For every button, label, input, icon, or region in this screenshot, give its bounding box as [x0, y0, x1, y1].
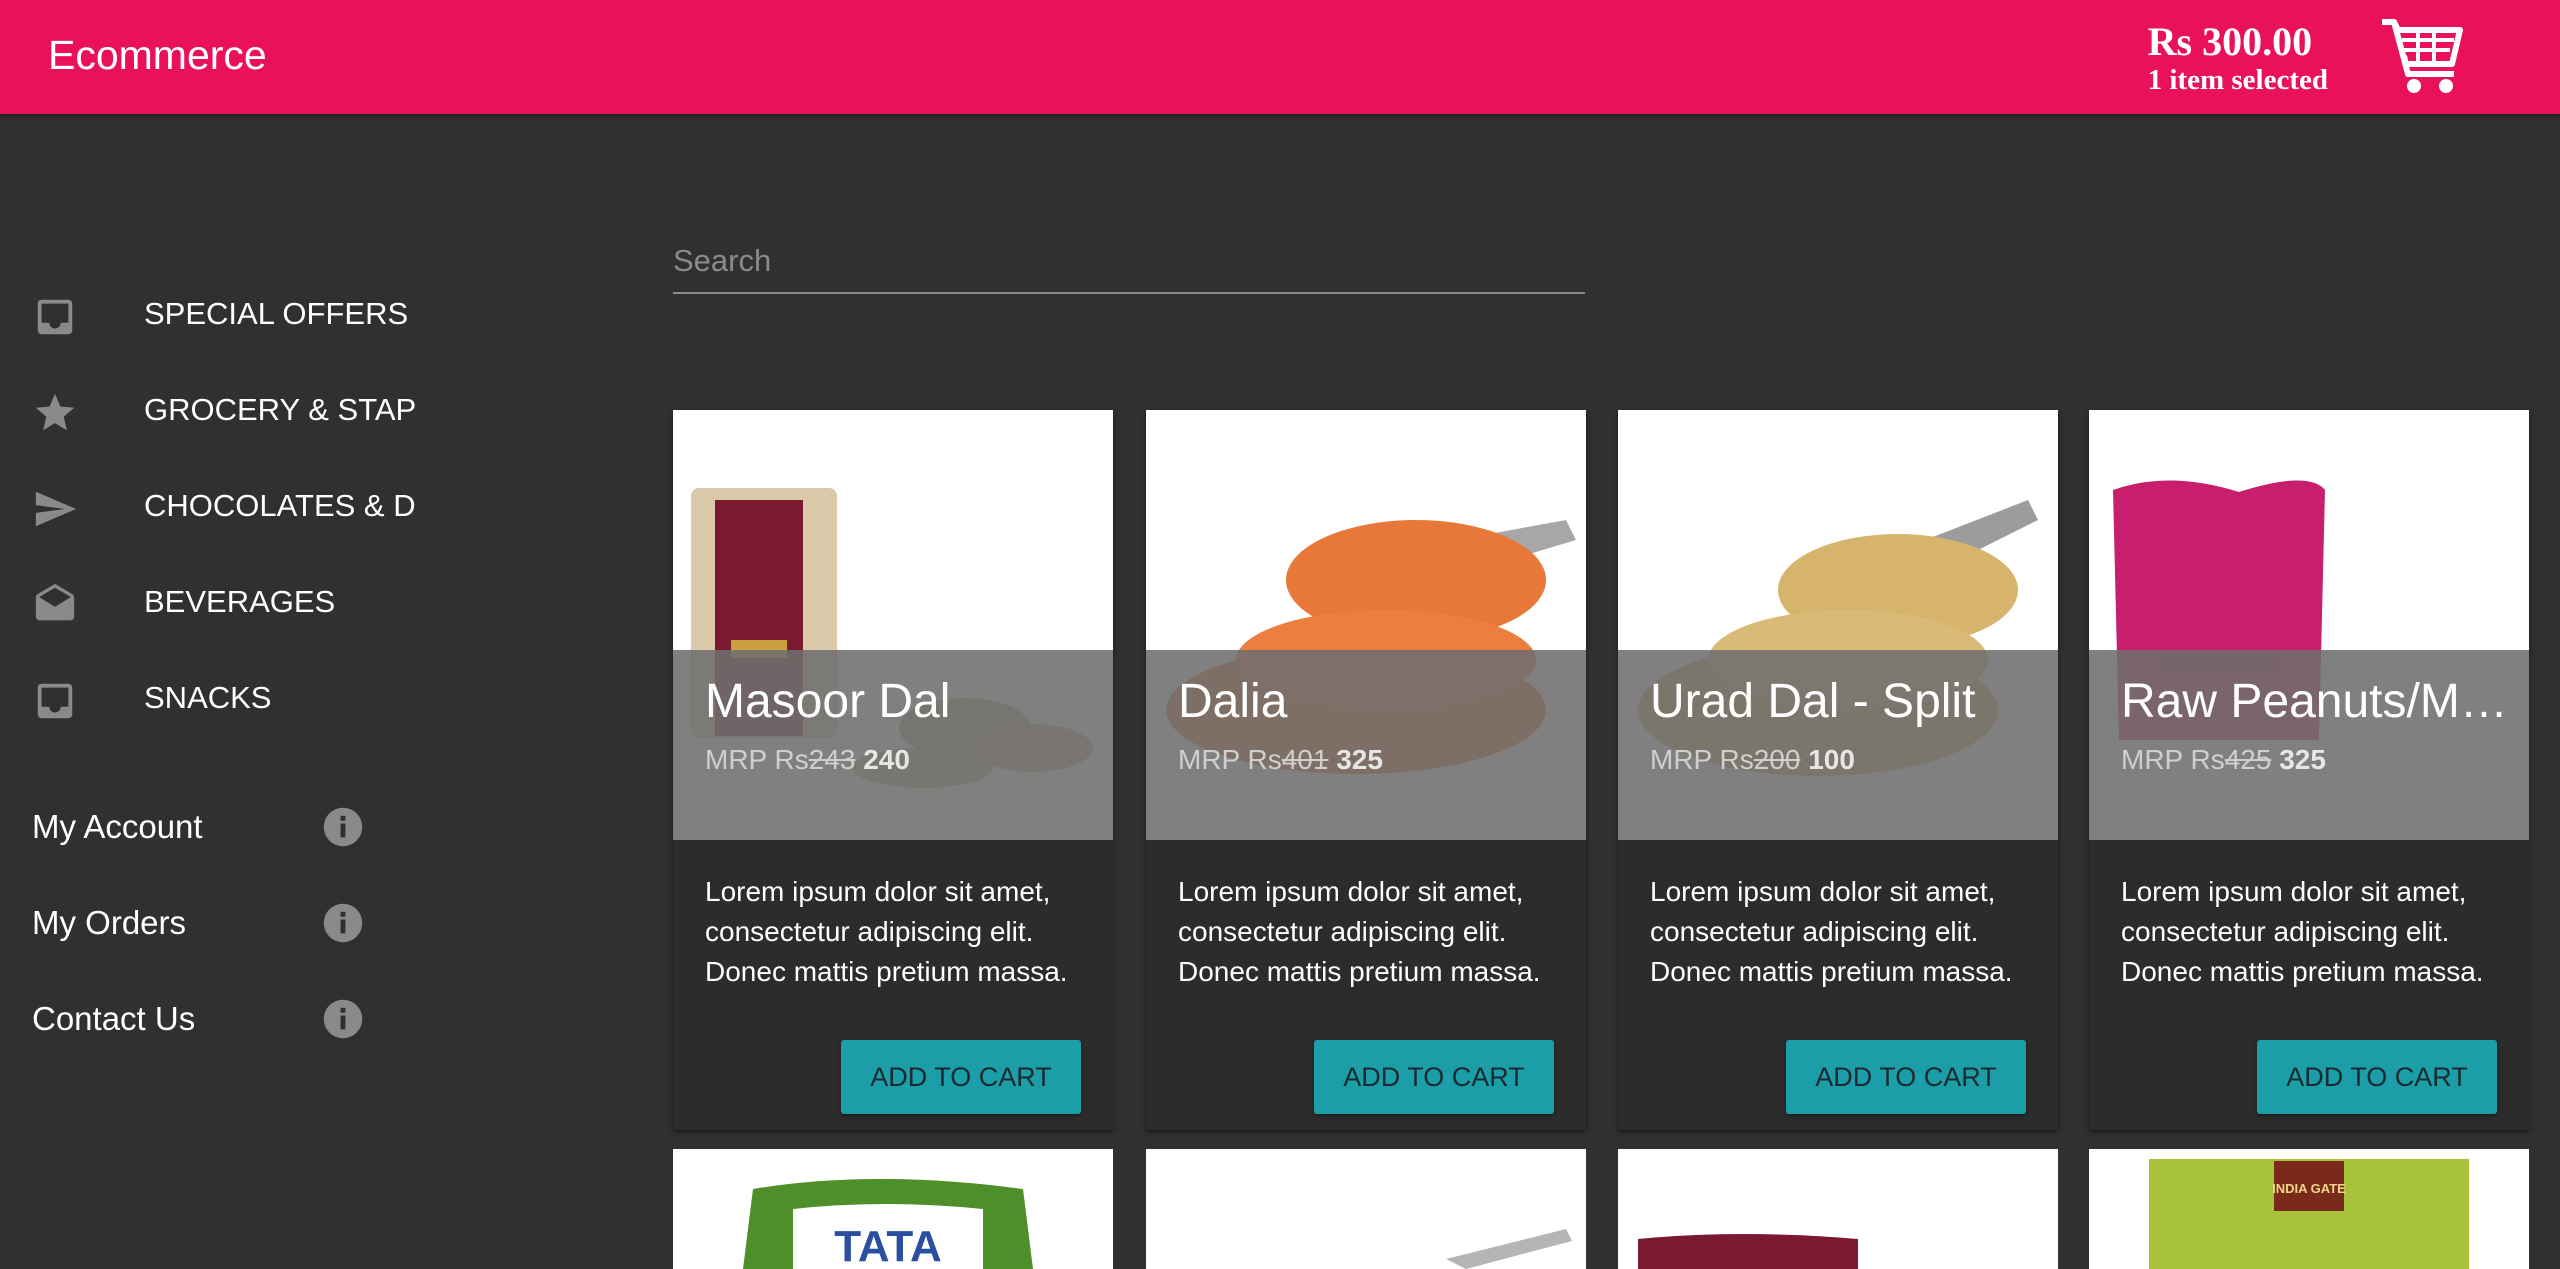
product-price: MRP Rs425 325: [2121, 744, 2326, 776]
add-to-cart-button[interactable]: ADD TO CART: [841, 1040, 1081, 1114]
brand-title[interactable]: Ecommerce: [48, 32, 267, 79]
product-description: Lorem ipsum dolor sit amet, consectetur …: [2121, 876, 2484, 987]
search-input[interactable]: [673, 236, 1585, 286]
sidebar-item-label: BEVERAGES: [144, 584, 336, 619]
sidebar-item-special-offers[interactable]: SPECIAL OFFERS: [0, 276, 600, 356]
product-card: Masoor Dal MRP Rs243 240 Lorem ipsum dol…: [673, 410, 1113, 1130]
mrp-label: MRP Rs: [2121, 744, 2225, 775]
sidebar-item-label: SNACKS: [144, 680, 272, 715]
product-price: MRP Rs200 100: [1650, 744, 1855, 776]
sidebar-item-label: GROCERY & STAP: [144, 392, 417, 427]
product-card: Raw Peanuts/Mu… MRP Rs425 325 Lorem ipsu…: [2089, 410, 2529, 1130]
sidebar-item-label: SPECIAL OFFERS: [144, 296, 409, 331]
sale-price: 240: [863, 744, 910, 775]
product-price: MRP Rs401 325: [1178, 744, 1383, 776]
product-card: Urad Dal - Split MRP Rs200 100 Lorem ips…: [1618, 410, 2058, 1130]
product-name: Dalia: [1178, 675, 1288, 728]
app-bar: Ecommerce Rs 300.00 1 item selected: [0, 0, 2560, 114]
sidebar-item-my-orders[interactable]: My Orders: [0, 884, 600, 964]
sidebar-item-grocery[interactable]: GROCERY & STAP: [0, 372, 600, 452]
product-description: Lorem ipsum dolor sit amet, consectetur …: [705, 876, 1068, 987]
mrp-value: 200: [1753, 744, 1801, 775]
sidebar-item-beverages[interactable]: BEVERAGES: [0, 564, 600, 644]
inbox-icon: [37, 683, 73, 719]
mrp-label: MRP Rs: [705, 744, 809, 775]
sidebar-item-label: My Orders: [32, 904, 187, 941]
mrp-label: MRP Rs: [1650, 744, 1754, 775]
product-card: Dalia MRP Rs401 325 Lorem ipsum dolor si…: [1146, 410, 1586, 1130]
cart-summary: Rs 300.00 1 item selected: [2147, 19, 2328, 97]
sidebar-item-snacks[interactable]: SNACKS: [0, 660, 600, 740]
product-name: Raw Peanuts/Mu…: [2121, 675, 2521, 728]
info-icon[interactable]: [322, 998, 364, 1040]
product-card-partial[interactable]: [1618, 1149, 2058, 1269]
info-icon[interactable]: [322, 902, 364, 944]
star-icon: [35, 393, 75, 431]
mrp-value: 401: [1281, 744, 1329, 775]
mrp-value: 425: [2224, 744, 2272, 775]
sidebar-item-label: My Account: [32, 808, 203, 845]
sidebar-item-contact-us[interactable]: Contact Us: [0, 980, 600, 1060]
brand-label: TATA: [834, 1222, 942, 1269]
add-to-cart-button[interactable]: ADD TO CART: [1786, 1040, 2026, 1114]
product-price: MRP Rs243 240: [705, 744, 910, 776]
sidebar-item-label: Contact Us: [32, 1000, 196, 1037]
product-description: Lorem ipsum dolor sit amet, consectetur …: [1178, 876, 1541, 987]
product-name: Urad Dal - Split: [1650, 675, 1976, 728]
cart-total: Rs 300.00: [2147, 19, 2313, 64]
shopping-cart-icon[interactable]: [2380, 16, 2464, 96]
sale-price: 325: [2279, 744, 2326, 775]
product-description: Lorem ipsum dolor sit amet, consectetur …: [1650, 876, 2013, 987]
sidebar-item-chocolates[interactable]: CHOCOLATES & D: [0, 468, 600, 548]
info-icon[interactable]: [322, 806, 364, 848]
sale-price: 325: [1336, 744, 1383, 775]
product-card-partial[interactable]: INDIA GATE: [2089, 1149, 2529, 1269]
drafts-icon: [35, 583, 75, 621]
sale-price: 100: [1808, 744, 1855, 775]
mrp-value: 243: [808, 744, 856, 775]
add-to-cart-button[interactable]: ADD TO CART: [2257, 1040, 2497, 1114]
inbox-icon: [37, 299, 73, 335]
sidebar-item-my-account[interactable]: My Account: [0, 788, 600, 868]
product-card-partial[interactable]: [1146, 1149, 1586, 1269]
sidebar-item-label: CHOCOLATES & D: [144, 488, 416, 523]
sidebar: SPECIAL OFFERS GROCERY & STAP CHOCOLATES…: [0, 114, 640, 1256]
send-icon: [35, 491, 77, 527]
search-field: [673, 236, 1585, 294]
brand-label: INDIA GATE: [2272, 1181, 2346, 1196]
add-to-cart-button[interactable]: ADD TO CART: [1314, 1040, 1554, 1114]
product-card-partial[interactable]: TATA: [673, 1149, 1113, 1269]
cart-item-count: 1 item selected: [2147, 64, 2328, 96]
mrp-label: MRP Rs: [1178, 744, 1282, 775]
product-name: Masoor Dal: [705, 675, 951, 728]
